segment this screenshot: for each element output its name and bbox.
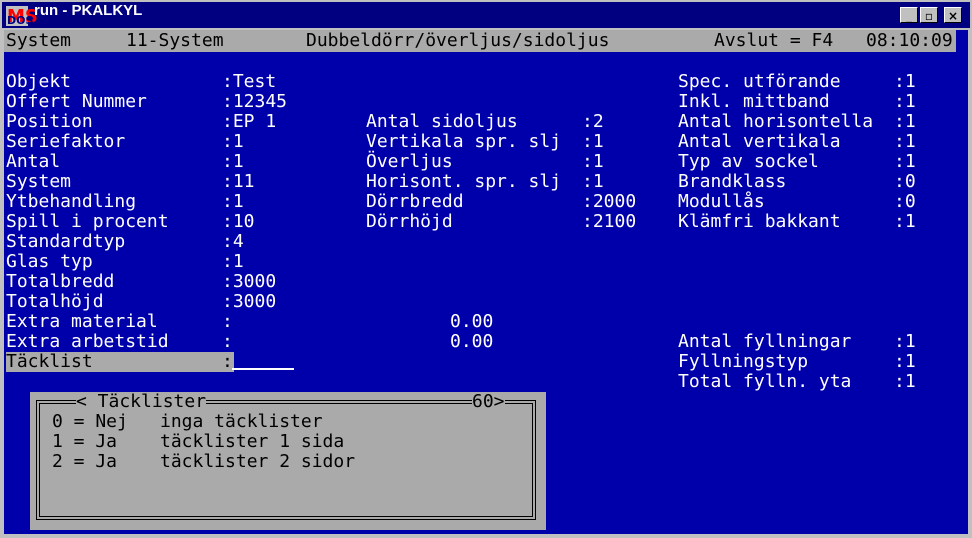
active-field-colon: : bbox=[222, 351, 233, 372]
field-value-vertikala-spr[interactable]: :1 bbox=[582, 132, 604, 152]
field-value-glas-typ[interactable]: :1 bbox=[222, 252, 244, 272]
field-value-totalbredd[interactable]: :3000 bbox=[222, 272, 276, 292]
field-label-overljus: Överljus bbox=[366, 151, 453, 172]
field-value-antal-horisontella[interactable]: :1 bbox=[894, 112, 916, 132]
field-label-antal: Antal bbox=[6, 151, 61, 172]
tacklister-popup: < Täcklister 60> 0 = Nej inga täcklister… bbox=[30, 392, 546, 530]
status-exit-hint: Avslut = F4 bbox=[714, 30, 834, 51]
field-value-antal-sidoljus[interactable]: :2 bbox=[582, 112, 604, 132]
active-field-label-tacklist[interactable]: Täcklist bbox=[6, 352, 234, 372]
field-label-inkl-mittband: Inkl. mittband bbox=[678, 91, 830, 112]
field-value-spec-utforande[interactable]: :1 bbox=[894, 72, 916, 92]
field-value-offert-nummer[interactable]: :12345 bbox=[222, 92, 287, 112]
field-value-dorrhojd[interactable]: :2100 bbox=[582, 212, 636, 232]
field-label-klamfri-bakkant: Klämfri bakkant bbox=[678, 211, 841, 232]
dos-console[interactable]: System 11-System Dubbeldörr/överljus/sid… bbox=[4, 30, 968, 534]
popup-code: 60> bbox=[472, 391, 505, 412]
field-value-typ-av-sockel[interactable]: :1 bbox=[894, 152, 916, 172]
field-value-antal[interactable]: :1 bbox=[222, 152, 244, 172]
window-title: run - PKALKYL bbox=[34, 2, 143, 19]
title-bar: MS DOS run - PKALKYL _ ▫ × bbox=[2, 2, 970, 28]
close-button[interactable]: × bbox=[944, 7, 962, 23]
extra-arbetstid-amount: 0.00 bbox=[450, 331, 494, 352]
popup-title: < Täcklister bbox=[76, 391, 207, 412]
popup-option-1-text[interactable]: täcklister 1 sida bbox=[160, 432, 344, 452]
field-label-seriefaktor: Seriefaktor bbox=[6, 131, 126, 152]
field-label-antal-sidoljus: Antal sidoljus bbox=[366, 111, 518, 132]
field-label-vertikala-spr: Vertikala spr. slj bbox=[366, 131, 562, 152]
field-label-totalhojd: Totalhöjd bbox=[6, 291, 104, 312]
field-value-brandklass[interactable]: :0 bbox=[894, 172, 916, 192]
restore-button[interactable]: ▫ bbox=[920, 7, 938, 23]
field-label-antal-vertikala: Antal vertikala bbox=[678, 131, 841, 152]
field-label-spill-i-procent: Spill i procent bbox=[6, 211, 169, 232]
minimize-button[interactable]: _ bbox=[900, 7, 918, 23]
field-label-position: Position bbox=[6, 111, 93, 132]
field-label-standardtyp: Standardtyp bbox=[6, 231, 126, 252]
tacklist-input-cursor[interactable] bbox=[232, 368, 294, 370]
field-value-antal-fyllningar[interactable]: :1 bbox=[894, 332, 916, 352]
field-label-fyllningstyp: Fyllningstyp bbox=[678, 351, 809, 372]
field-value-seriefaktor[interactable]: :1 bbox=[222, 132, 244, 152]
status-clock: 08:10:09 bbox=[866, 30, 953, 51]
app-icon-text-bottom: DOS bbox=[7, 14, 34, 27]
field-value-klamfri-bakkant[interactable]: :1 bbox=[894, 212, 916, 232]
status-module: 11-System bbox=[126, 30, 224, 51]
field-value-ytbehandling[interactable]: :1 bbox=[222, 192, 244, 212]
field-label-typ-av-sockel: Typ av sockel bbox=[678, 151, 819, 172]
status-bar: System 11-System Dubbeldörr/överljus/sid… bbox=[4, 30, 956, 52]
msdos-app-icon[interactable]: MS DOS bbox=[6, 6, 38, 27]
field-label-extra-material: Extra material bbox=[6, 311, 158, 332]
field-label-dorrhojd: Dörrhöjd bbox=[366, 211, 453, 232]
field-value-system[interactable]: :11 bbox=[222, 172, 255, 192]
field-value-total-fylln-yta[interactable]: :1 bbox=[894, 372, 916, 392]
field-label-antal-horisontella: Antal horisontella bbox=[678, 111, 874, 132]
popup-option-0-text[interactable]: inga täcklister bbox=[160, 412, 323, 432]
field-label-spec-utforande: Spec. utförande bbox=[678, 71, 841, 92]
field-label-objekt: Objekt bbox=[6, 71, 72, 92]
field-value-antal-vertikala[interactable]: :1 bbox=[894, 132, 916, 152]
field-value-overljus[interactable]: :1 bbox=[582, 152, 604, 172]
field-label-ytbehandling: Ytbehandling bbox=[6, 191, 137, 212]
field-label-offert-nummer: Offert Nummer bbox=[6, 91, 147, 112]
field-value-objekt[interactable]: :Test bbox=[222, 72, 276, 92]
field-value-extra-arbetstid[interactable]: : bbox=[222, 332, 233, 352]
field-value-modullas[interactable]: :0 bbox=[894, 192, 916, 212]
field-label-brandklass: Brandklass bbox=[678, 171, 787, 192]
field-value-extra-material[interactable]: : bbox=[222, 312, 233, 332]
popup-option-2-text[interactable]: täcklister 2 sidor bbox=[160, 452, 355, 472]
popup-option-0-key[interactable]: 0 = Nej bbox=[52, 412, 128, 432]
field-value-totalhojd[interactable]: :3000 bbox=[222, 292, 276, 312]
field-value-position[interactable]: :EP 1 bbox=[222, 112, 276, 132]
field-value-horisont-spr[interactable]: :1 bbox=[582, 172, 604, 192]
field-label-dorrbredd: Dörrbredd bbox=[366, 191, 464, 212]
status-system: System bbox=[6, 30, 72, 51]
field-value-fyllningstyp[interactable]: :1 bbox=[894, 352, 916, 372]
field-label-totalbredd: Totalbredd bbox=[6, 271, 115, 292]
field-label-antal-fyllningar: Antal fyllningar bbox=[678, 331, 852, 352]
field-label-total-fylln-yta: Total fylln. yta bbox=[678, 371, 852, 392]
field-value-standardtyp[interactable]: :4 bbox=[222, 232, 244, 252]
popup-option-1-key[interactable]: 1 = Ja bbox=[52, 432, 117, 452]
field-value-inkl-mittband[interactable]: :1 bbox=[894, 92, 916, 112]
field-value-dorrbredd[interactable]: :2000 bbox=[582, 192, 636, 212]
field-label-system: System bbox=[6, 171, 72, 192]
field-label-glas-typ: Glas typ bbox=[6, 251, 93, 272]
field-label-modullas: Modullås bbox=[678, 191, 765, 212]
popup-option-2-key[interactable]: 2 = Ja bbox=[52, 452, 117, 472]
extra-material-amount: 0.00 bbox=[450, 311, 494, 332]
field-label-extra-arbetstid: Extra arbetstid bbox=[6, 331, 169, 352]
field-label-horisont-spr: Horisont. spr. slj bbox=[366, 171, 562, 192]
field-value-spill-i-procent[interactable]: :10 bbox=[222, 212, 255, 232]
status-screen-name: Dubbeldörr/överljus/sidoljus bbox=[306, 30, 610, 51]
